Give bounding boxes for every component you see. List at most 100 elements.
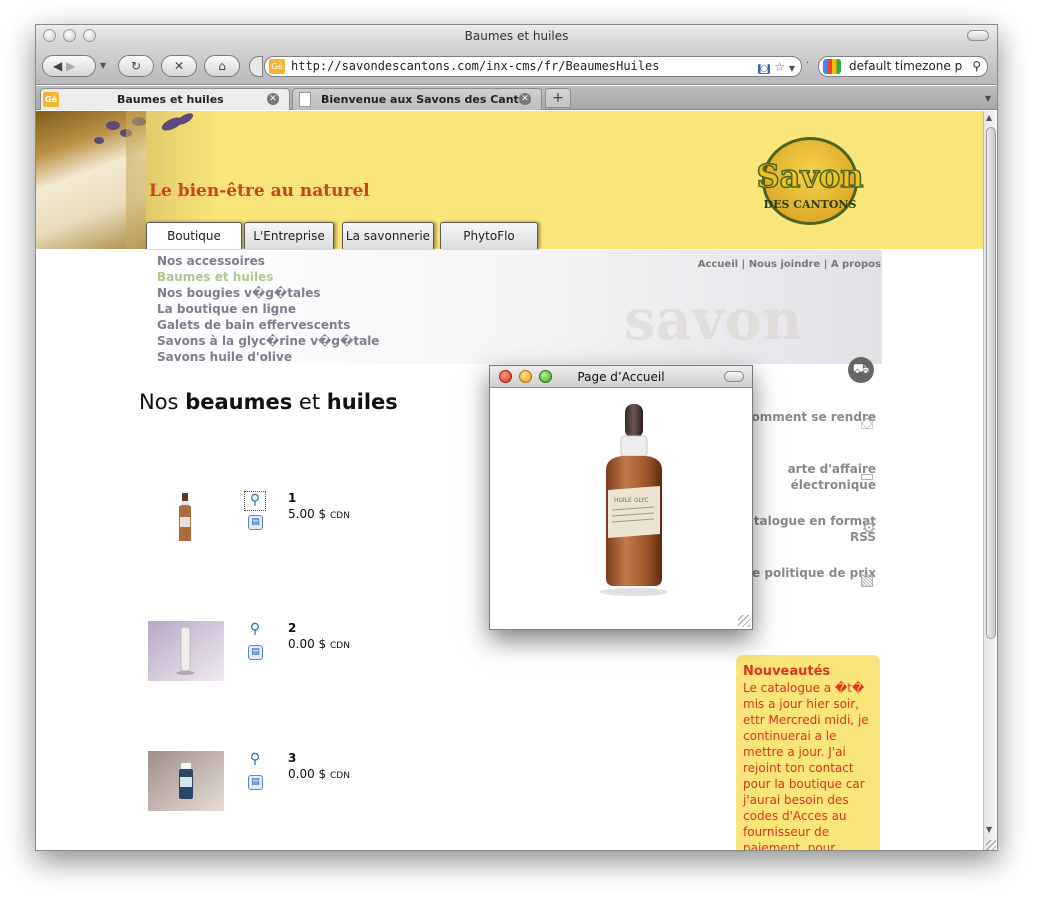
popup-close-button[interactable] xyxy=(499,370,512,383)
back-forward-button[interactable]: ◀ ▶ xyxy=(42,55,96,77)
window-title: Baumes et huiles xyxy=(464,29,569,43)
subnav-item[interactable]: Galets de bain effervescents xyxy=(157,317,379,333)
add-to-cart-icon[interactable]: ▤ xyxy=(248,645,263,660)
zoom-icon[interactable]: ⚲ xyxy=(244,751,266,771)
product-large-image: HUILE GLYC xyxy=(600,404,668,596)
news-title: Nouveautés xyxy=(743,664,831,679)
zoom-icon[interactable]: ⚲ xyxy=(244,621,266,641)
product-price: 0.00 $ CDN xyxy=(288,767,350,781)
product-price: 5.00 $ CDN xyxy=(288,507,350,521)
home-button[interactable]: ⌂ xyxy=(204,55,240,77)
close-window-button[interactable] xyxy=(43,29,56,42)
heading-word-bold: huiles xyxy=(326,390,398,414)
scroll-up-arrow-icon[interactable]: ▲ xyxy=(986,113,992,122)
product-thumbnail[interactable] xyxy=(148,491,224,551)
tab-close-icon[interactable]: ✕ xyxy=(267,93,279,105)
subnav-item[interactable]: La boutique en ligne xyxy=(157,301,379,317)
nav-tab-boutique[interactable]: Boutique xyxy=(146,222,242,249)
directions-icon[interactable]: ⛋ xyxy=(856,413,878,435)
product-thumbnail[interactable] xyxy=(148,621,224,681)
history-dropdown-icon[interactable]: ▼ xyxy=(100,61,106,70)
subnav-item[interactable]: Nos bougies v�g�tales xyxy=(157,285,379,301)
zoom-window-button[interactable] xyxy=(83,29,96,42)
nav-tab-savonnerie[interactable]: La savonnerie xyxy=(342,222,434,249)
popup-window: Page d’Accueil HUILE GLYC xyxy=(489,365,753,630)
business-card-icon[interactable]: ▭ xyxy=(856,465,878,487)
tab-close-icon[interactable]: ✕ xyxy=(519,93,531,105)
vertical-scrollbar[interactable]: ▲ ▼ xyxy=(983,111,997,850)
search-icon[interactable]: ⚲ xyxy=(972,57,981,76)
price-value: 0.00 $ xyxy=(288,767,327,781)
add-to-cart-icon[interactable]: ▤ xyxy=(248,775,263,790)
product-number: 1 xyxy=(288,491,297,505)
bookmark-star-icon[interactable]: ☆ xyxy=(774,60,785,74)
rss-gear-icon[interactable]: ⚙ xyxy=(858,517,880,539)
subnav-item[interactable]: Savons huile d'olive xyxy=(157,349,379,365)
toolbar-separator: · xyxy=(806,58,810,69)
minimize-window-button[interactable] xyxy=(63,29,76,42)
product-number: 2 xyxy=(288,621,297,635)
url-actions: ◙ ☆ ▼ xyxy=(757,58,795,79)
title-bar: Baumes et huiles xyxy=(36,25,997,47)
nav-tab-phytoflo[interactable]: PhytoFlo xyxy=(440,222,538,249)
heading-word-bold: beaumes xyxy=(185,390,293,414)
link-accueil[interactable]: Accueil xyxy=(698,259,738,270)
url-input[interactable]: Gé http://savondescantons.com/inx-cms/fr… xyxy=(264,56,802,77)
add-to-cart-icon[interactable]: ▤ xyxy=(248,515,263,530)
tab-bar: Gé Baumes et huiles ✕ Bienvenue aux Savo… xyxy=(36,86,997,110)
tab-bienvenue[interactable]: Bienvenue aux Savons des Cant... ✕ xyxy=(292,88,542,110)
popup-minimize-button[interactable] xyxy=(519,370,532,383)
back-arrow-icon[interactable]: ◀ xyxy=(53,59,62,73)
scroll-down-arrow-icon[interactable]: ▼ xyxy=(986,825,992,834)
site-tagline: Le bien-être au naturel xyxy=(149,181,370,201)
zoom-icon[interactable]: ⚲ xyxy=(244,491,266,511)
subnav-item[interactable]: Savons à la glyc�rine v�g�tale xyxy=(157,333,379,349)
shopping-cart-icon[interactable]: ⛟ xyxy=(848,357,874,383)
svg-text:HUILE GLYC: HUILE GLYC xyxy=(614,497,648,504)
subnav-item[interactable]: Nos accessoires xyxy=(157,253,379,269)
popup-toolbar-toggle[interactable] xyxy=(724,371,744,382)
scrollbar-thumb[interactable] xyxy=(986,127,996,639)
url-text[interactable]: http://savondescantons.com/inx-cms/fr/Be… xyxy=(291,59,659,73)
popup-resize-grip-icon[interactable] xyxy=(738,615,750,627)
link-a-propos[interactable]: A propos xyxy=(831,259,881,270)
dropdown-arrow-icon[interactable]: ▼ xyxy=(789,64,795,73)
resize-grip-icon[interactable] xyxy=(986,840,996,850)
toolbar-toggle-button[interactable] xyxy=(967,30,989,41)
browser-toolbar: ◀ ▶ ▼ ↻ ✕ ⌂ Gé http://savondescantons.co… xyxy=(36,47,997,85)
lavender-flower xyxy=(106,121,120,130)
new-tab-button[interactable]: + xyxy=(545,88,571,108)
tab-list-icon[interactable]: ▾ xyxy=(985,91,991,105)
search-input[interactable]: default timezone p ⚲ xyxy=(818,56,988,77)
product-thumbnail[interactable] xyxy=(148,751,224,811)
nav-tab-entreprise[interactable]: L'Entreprise xyxy=(244,222,334,249)
forward-arrow-icon[interactable]: ▶ xyxy=(66,59,75,73)
subnav-item-active[interactable]: Baumes et huiles xyxy=(157,269,379,285)
heading-word: et xyxy=(298,390,321,414)
search-text[interactable]: default timezone p xyxy=(849,59,962,73)
price-policy-icon[interactable]: ▧ xyxy=(856,569,878,591)
rss-icon[interactable]: ◙ xyxy=(757,64,771,74)
tab-baumes-et-huiles[interactable]: Gé Baumes et huiles ✕ xyxy=(40,88,290,110)
link-nous-joindre[interactable]: Nous joindre xyxy=(749,259,821,270)
price-currency: CDN xyxy=(330,511,350,521)
product-row: ⚲ ▤ 2 0.00 $ CDN xyxy=(148,621,748,683)
stop-icon: ✕ xyxy=(173,59,185,73)
savon-des-cantons-logo[interactable]: Savon DES CANTONS xyxy=(756,135,864,227)
tab-favicon-icon: Gé xyxy=(43,92,59,107)
stop-button[interactable]: ✕ xyxy=(161,55,197,77)
reload-icon: ↻ xyxy=(130,59,142,73)
tab-label: Baumes et huiles xyxy=(117,93,224,106)
popup-zoom-button[interactable] xyxy=(539,370,552,383)
subnav-list: Nos accessoires Baumes et huiles Nos bou… xyxy=(157,253,379,365)
page-heading: Nos beaumes et huiles xyxy=(139,390,398,414)
logo-word: Savon xyxy=(756,156,865,196)
sidebar-link-rss[interactable]: catalogue en format RSS xyxy=(738,513,876,545)
lavender-flower xyxy=(94,137,104,144)
site-favicon-icon: Gé xyxy=(269,59,285,74)
price-value: 5.00 $ xyxy=(288,507,327,521)
price-value: 0.00 $ xyxy=(288,637,327,651)
search-engine-icon[interactable] xyxy=(823,59,841,74)
site-banner: Le bien-être au naturel Boutique L'Entre… xyxy=(36,111,985,249)
reload-button[interactable]: ↻ xyxy=(118,55,154,77)
